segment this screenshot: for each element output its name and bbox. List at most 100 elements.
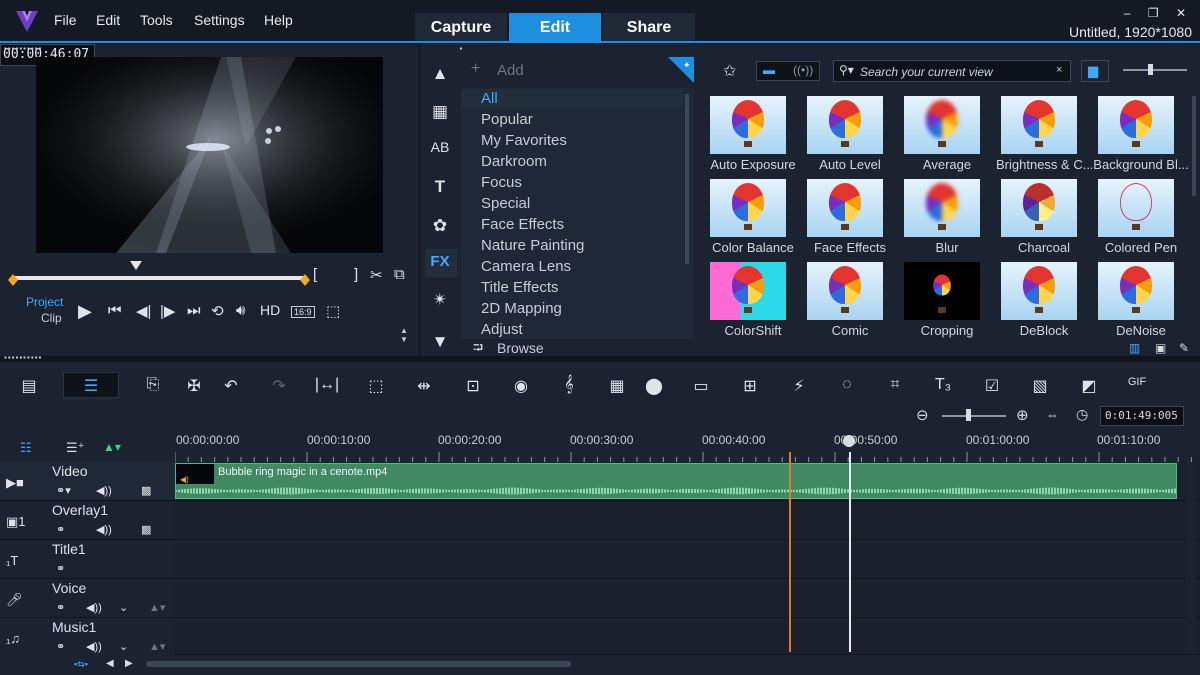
timecode-stepper-icon[interactable]: ▲ ▼ bbox=[400, 326, 408, 344]
zoom-slider-handle[interactable] bbox=[966, 409, 971, 421]
lane-voice[interactable] bbox=[175, 579, 1200, 618]
timeline-grip-icon[interactable]: ▪▪▪▪▪▪▪▪▪▪ bbox=[4, 353, 42, 362]
category-darkroom[interactable]: Darkroom bbox=[481, 153, 547, 170]
timeline-view-icon[interactable]: ☰ bbox=[78, 376, 104, 396]
mask-icon[interactable]: ☑ bbox=[979, 376, 1005, 396]
split-icon[interactable]: ⇹ bbox=[411, 376, 437, 396]
voice-priority-icon[interactable]: ▲▾ bbox=[149, 601, 165, 614]
color-grading-icon[interactable]: ▧ bbox=[1027, 376, 1053, 396]
lane-overlay1[interactable] bbox=[175, 501, 1200, 540]
time-remap-icon[interactable]: ◌ bbox=[834, 376, 860, 394]
storyboard-view-icon[interactable]: ▤ bbox=[16, 376, 42, 396]
voice-mute-icon[interactable]: ◀)) bbox=[86, 601, 102, 614]
track-manager-icon[interactable]: ☷ bbox=[20, 440, 32, 456]
minimize-button[interactable]: – bbox=[1124, 6, 1131, 20]
category-title-effects[interactable]: Title Effects bbox=[481, 279, 559, 296]
go-to-end-icon[interactable]: ⏭ bbox=[187, 302, 201, 319]
add-track-icon[interactable]: ☰⁺ bbox=[66, 440, 85, 456]
fit-project-icon[interactable]: ⇔ bbox=[1046, 407, 1059, 422]
mark-in-button[interactable]: [ bbox=[313, 266, 317, 283]
undo-icon[interactable]: ↶ bbox=[218, 376, 244, 396]
tab-capture[interactable]: Capture bbox=[415, 13, 507, 42]
category-camera-lens[interactable]: Camera Lens bbox=[481, 258, 571, 275]
grid-view-icon[interactable]: ▣ bbox=[1155, 341, 1166, 355]
scroll-left-icon[interactable]: ◀ bbox=[106, 658, 114, 669]
category-my-favorites[interactable]: My Favorites bbox=[481, 132, 567, 149]
menu-settings[interactable]: Settings bbox=[194, 12, 245, 28]
crop-icon[interactable]: ⌗ bbox=[882, 376, 908, 394]
add-icon[interactable]: + bbox=[471, 60, 480, 78]
video-clip[interactable]: ◀) Bubble ring magic in a cenote.mp4 bbox=[175, 463, 1177, 499]
graphics-icon[interactable]: ✿ bbox=[429, 216, 451, 236]
lane-video[interactable]: ◀) Bubble ring magic in a cenote.mp4 bbox=[175, 462, 1200, 501]
zoom-slider[interactable] bbox=[942, 415, 1006, 417]
record-voice-icon[interactable]: ◉ bbox=[508, 376, 534, 396]
menu-help[interactable]: Help bbox=[264, 12, 293, 28]
timeline-ruler[interactable]: 00:00:00:00 00:00:10:00 00:00:20:00 00:0… bbox=[175, 432, 1200, 462]
track-height-icon[interactable]: ▪⇆▪ bbox=[74, 659, 88, 670]
audio-mixer-icon[interactable]: 𝄞 bbox=[556, 376, 582, 394]
trim-icon[interactable]: ⊡ bbox=[460, 376, 486, 396]
multicam-icon[interactable]: ⊞ bbox=[737, 376, 763, 396]
go-to-start-icon[interactable]: ⏮ bbox=[108, 302, 122, 319]
overlay-link-icon[interactable]: ⚭ bbox=[56, 523, 65, 536]
voice-link-icon[interactable]: ⚭ bbox=[56, 601, 65, 614]
mute-icon[interactable]: ◀)) bbox=[96, 484, 112, 497]
title-link-icon[interactable]: ⚭ bbox=[56, 562, 65, 575]
edit-icon[interactable]: ✎ bbox=[1179, 341, 1189, 355]
menu-file[interactable]: File bbox=[54, 12, 77, 28]
video-preview[interactable] bbox=[36, 57, 383, 253]
split-clip-icon[interactable]: ✂ bbox=[370, 266, 383, 284]
tab-edit[interactable]: Edit bbox=[509, 13, 601, 42]
pan-zoom-icon[interactable]: ◩ bbox=[1076, 376, 1102, 396]
panel-grip-icon[interactable]: ▪▪▪▪▪▪▪▪▪▪ bbox=[4, 44, 42, 53]
film-icon[interactable]: ▦ bbox=[604, 376, 630, 396]
menu-edit[interactable]: Edit bbox=[96, 12, 120, 28]
category-all[interactable]: All bbox=[481, 90, 498, 107]
redo-icon[interactable]: ↷ bbox=[266, 376, 292, 396]
category-face-effects[interactable]: Face Effects bbox=[481, 216, 564, 233]
media-icon[interactable]: ▦ bbox=[429, 102, 451, 122]
ripple-edit-icon[interactable]: ▲▾ bbox=[103, 440, 121, 454]
transition-icon[interactable]: AB bbox=[429, 139, 451, 155]
trim-bar[interactable] bbox=[12, 276, 306, 280]
music-link-icon[interactable]: ⚭ bbox=[56, 640, 65, 653]
restore-button[interactable]: ❐ bbox=[1148, 6, 1159, 20]
music-mute-icon[interactable]: ◀)) bbox=[86, 640, 102, 653]
track-header-title1[interactable]: ₁T Title1 ⚭ bbox=[0, 540, 175, 579]
tools-icon[interactable]: ✠ bbox=[181, 376, 207, 396]
music-expand-icon[interactable]: ⌄ bbox=[119, 640, 128, 653]
timeline-vscroll[interactable] bbox=[1185, 462, 1195, 652]
tab-share[interactable]: Share bbox=[603, 13, 695, 42]
blend-icon[interactable]: ⬤ bbox=[641, 376, 667, 396]
clip-mode-label[interactable]: Clip bbox=[41, 311, 62, 325]
category-2d-mapping[interactable]: 2D Mapping bbox=[481, 300, 562, 317]
category-focus[interactable]: Focus bbox=[481, 174, 522, 191]
playhead-line[interactable] bbox=[849, 452, 851, 652]
volume-icon[interactable]: 🔊︎ bbox=[236, 302, 245, 319]
scroll-down-icon[interactable]: ▼ bbox=[429, 332, 451, 352]
timeline-hscroll[interactable] bbox=[146, 661, 571, 667]
track-header-music1[interactable]: ₁♫ Music1 ⚭ ◀)) ⌄ ▲▾ bbox=[0, 618, 175, 657]
category-scrollbar[interactable] bbox=[685, 94, 689, 264]
category-adjust[interactable]: Adjust bbox=[481, 321, 523, 337]
title-icon[interactable]: T bbox=[429, 177, 451, 197]
scroll-up-icon[interactable]: ▲ bbox=[429, 64, 451, 84]
mark-out-button[interactable]: ] bbox=[354, 266, 358, 283]
motion-icon[interactable]: ⚡ bbox=[786, 376, 812, 396]
link-icon[interactable]: ⚭▾ bbox=[56, 484, 71, 497]
track-header-voice[interactable]: 🎤︎ Voice ⚭ ◀)) ⌄ ▲▾ bbox=[0, 579, 175, 618]
fx-filter-icon[interactable]: FX bbox=[429, 253, 451, 270]
trim-end-handle-icon[interactable] bbox=[300, 274, 310, 286]
track-header-overlay1[interactable]: ▣1 Overlay1 ⚭ ◀)) ▩ bbox=[0, 501, 175, 540]
repeat-icon[interactable]: ⟲ bbox=[211, 302, 224, 320]
previous-frame-icon[interactable]: ◀| bbox=[136, 302, 151, 320]
zoom-out-icon[interactable]: ⊖ bbox=[916, 406, 929, 424]
list-view-icon[interactable]: ▥ bbox=[1129, 341, 1140, 355]
lane-music1[interactable] bbox=[175, 618, 1200, 655]
close-button[interactable]: ✕ bbox=[1176, 6, 1186, 20]
category-popular[interactable]: Popular bbox=[481, 111, 533, 128]
change-project-area-icon[interactable]: ⬚ bbox=[326, 302, 340, 320]
overlay-mute-icon[interactable]: ◀)) bbox=[96, 523, 112, 536]
gif-icon[interactable]: GIF bbox=[1124, 376, 1150, 388]
